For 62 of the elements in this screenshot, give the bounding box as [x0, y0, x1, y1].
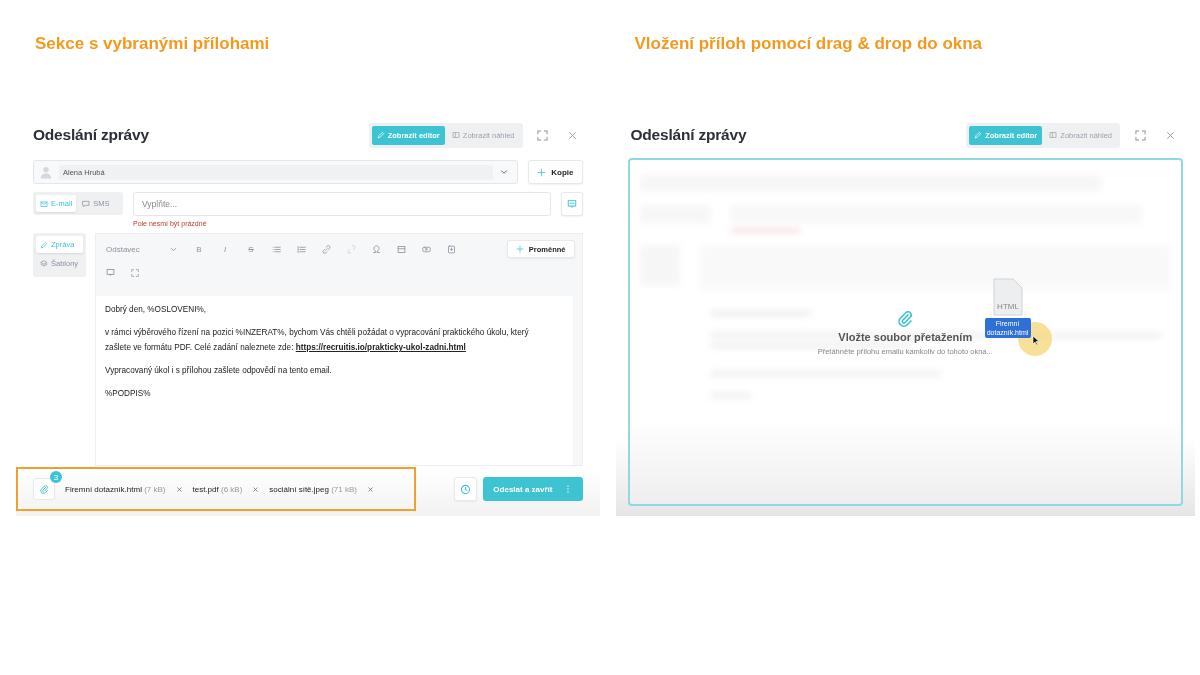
format-button[interactable]: I: [220, 244, 230, 254]
envelope-icon: [40, 199, 48, 208]
close-icon: [366, 485, 374, 493]
dialog-title: Odeslání zprávy: [630, 126, 748, 144]
link-icon: [322, 244, 331, 254]
paperclip-icon: [39, 484, 49, 494]
unlink-icon: [347, 244, 356, 254]
speech-bubble-icon: [82, 199, 91, 208]
fullscreen-icon: [537, 129, 548, 141]
cursor-icon: [1031, 335, 1040, 346]
message-paragraph: Dobrý den, %OSLOVENI%,: [105, 304, 208, 316]
remove-attachment-button[interactable]: [366, 485, 374, 493]
comment-button[interactable]: [560, 192, 583, 216]
task-link[interactable]: https://recruitis.io/prakticky-ukol-zadni.html: [295, 343, 466, 352]
avatar-icon: [39, 165, 53, 179]
stack-icon: [40, 259, 48, 268]
remove-attachment-button[interactable]: [252, 485, 260, 493]
plus-icon: [515, 245, 524, 253]
send-button[interactable]: Odeslat a zavřít: [483, 477, 583, 501]
clock-icon: [460, 483, 472, 495]
pencil-icon: [376, 131, 385, 139]
panel-icon: [1049, 131, 1058, 139]
message-paragraph: Vypracovaný úkol i s přílohou zašlete odpovědí na tento email.: [105, 365, 333, 377]
close-icon: [1165, 130, 1175, 140]
omega-icon: [372, 244, 381, 254]
attachment-count-badge: 3: [50, 471, 62, 483]
fullscreen-icon: [1134, 129, 1146, 141]
speech-bubble-icon: [566, 199, 577, 209]
attachment-name: sociální sítě.jpeg (71 kB): [269, 484, 357, 494]
dialog-title: Odeslání zprávy: [33, 126, 150, 144]
chevron-down-icon: [499, 167, 510, 177]
panel-icon: [451, 131, 460, 139]
attach-button[interactable]: [33, 478, 55, 500]
pencil-icon: [974, 131, 983, 139]
bullet-list-icon: [272, 244, 281, 254]
download-icon: [447, 244, 456, 254]
subject-field[interactable]: Vyplňte...: [133, 192, 551, 216]
plus-icon: [537, 167, 547, 177]
drop-title: Vložte soubor přetažením: [838, 330, 973, 343]
video-icon: [422, 244, 431, 254]
section-heading: Vložení příloh pomocí drag & drop do okna: [634, 34, 984, 54]
comment-icon: [106, 268, 115, 277]
fullscreen-icon: [131, 268, 139, 277]
numbered-list-icon: [297, 244, 306, 254]
pencil-icon: [40, 240, 48, 249]
attachment-name: Firemní dotazník.html (7 kB): [65, 484, 166, 494]
file-icon: HTML: [992, 278, 1023, 316]
attachment-name: test.pdf (6 kB): [192, 484, 243, 494]
message-paragraph: v rámci výběrového řízení na pozici %INZERAT%, bychom Vás chtěli požádat o vypracování praktického úkolu, který zašlete ve formátu PDF. Celé zadání naleznete zde: https://recruitis.io/prakticky-ukol-zadni.html: [105, 327, 530, 354]
cc-button[interactable]: Kopie: [528, 160, 583, 184]
remove-attachment-button[interactable]: [175, 485, 183, 493]
close-icon: [175, 485, 183, 493]
format-button[interactable]: B: [194, 244, 204, 254]
close-icon: [568, 130, 577, 140]
close-icon: [252, 485, 260, 493]
paragraph-style-select[interactable]: Odstavec: [106, 244, 178, 254]
section-heading: Sekce s vybranými přílohami: [35, 34, 271, 54]
message-paragraph: %PODPIS%: [105, 388, 152, 400]
image-icon: [397, 244, 406, 254]
format-button[interactable]: S: [246, 244, 256, 254]
schedule-button[interactable]: [454, 477, 478, 501]
paperclip-icon: [896, 308, 915, 327]
